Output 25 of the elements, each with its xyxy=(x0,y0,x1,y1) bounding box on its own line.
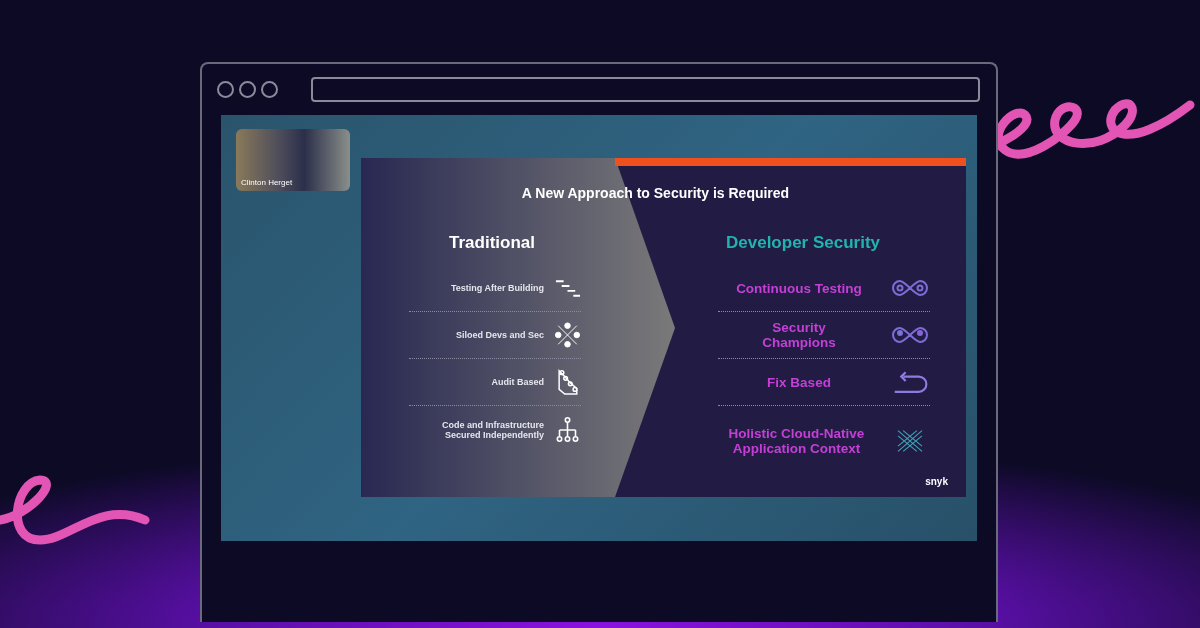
logo: snyk xyxy=(925,476,948,487)
list-item-text: Holistic Cloud-Native Application Context xyxy=(727,426,866,456)
window-button[interactable] xyxy=(239,80,256,98)
slide-title: A New Approach to Security is Required xyxy=(520,185,791,201)
column-heading: Traditional xyxy=(448,233,536,254)
list-item-text: Security Champions xyxy=(761,320,837,350)
staircase-icon xyxy=(558,369,578,395)
hierarchy-icon xyxy=(556,416,579,442)
column-heading: Developer Security xyxy=(726,233,881,254)
window-button[interactable] xyxy=(217,80,234,98)
list-item-text: Continuous Testing xyxy=(735,280,863,296)
participant-name: Clinton Herget xyxy=(240,178,293,189)
list-item-text: Fix Based xyxy=(766,374,832,390)
loop-arrow-icon xyxy=(893,371,928,393)
list-item-text: Siloed Devs and Sec xyxy=(454,330,544,340)
list-item-text: Testing After Building xyxy=(450,283,544,293)
list-item-text: Code and Infrastructure Secured Independently xyxy=(441,419,544,440)
crossing-lines-icon xyxy=(897,430,923,452)
list-item-text: Audit Based xyxy=(490,377,544,387)
steps-icon xyxy=(554,280,581,297)
people-icon xyxy=(554,322,581,348)
window-button[interactable] xyxy=(261,80,278,98)
infinity-gear-icon xyxy=(892,280,928,296)
address-bar[interactable] xyxy=(311,76,980,102)
infinity-people-icon xyxy=(892,327,928,343)
